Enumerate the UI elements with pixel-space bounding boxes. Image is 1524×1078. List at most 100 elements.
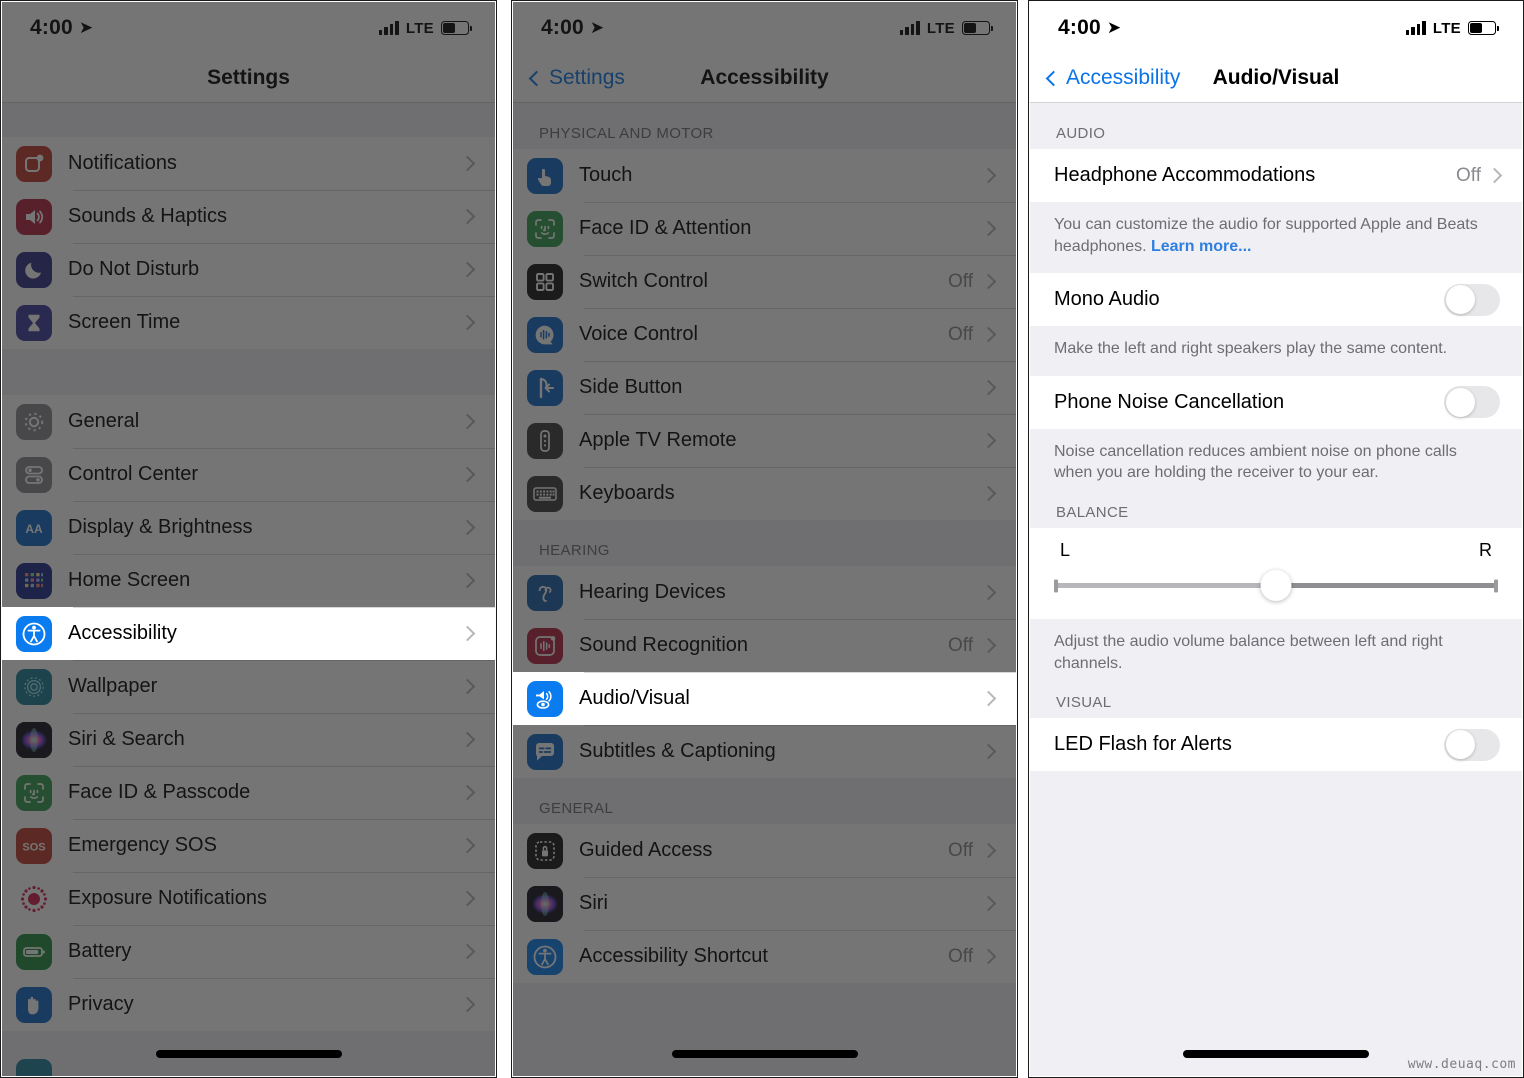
- row-label: Guided Access: [579, 839, 713, 861]
- group-spacer: [2, 349, 495, 395]
- section-physical-motor: Touch Face ID & Attention Switch Control…: [513, 149, 1016, 520]
- back-button[interactable]: Settings: [513, 66, 625, 90]
- touch-icon: [527, 157, 563, 194]
- sidebar-item-apple-tv-remote[interactable]: Apple TV Remote: [513, 414, 1016, 467]
- phone-panel-accessibility: 4:00 ➤ LTE Settings Accessibility PHYSIC…: [511, 0, 1018, 1078]
- sidebar-item-voice-control[interactable]: Voice Control Off: [513, 308, 1016, 361]
- status-indicators: LTE: [899, 20, 993, 37]
- chevron-right-icon: [980, 220, 997, 237]
- audiovisual-list[interactable]: AUDIO Headphone Accommodations Off You c…: [1030, 103, 1522, 1076]
- phone-panel-audiovisual: 4:00 ➤ LTE Accessibility Audio/Visual AU…: [1028, 0, 1524, 1078]
- do-not-disturb-icon: [16, 251, 52, 288]
- status-time: 4:00: [1058, 16, 1101, 39]
- sidebar-item-face-id-passcode[interactable]: Face ID & Passcode: [2, 766, 495, 819]
- chevron-right-icon: [980, 326, 997, 343]
- sidebar-item-general[interactable]: General: [2, 395, 495, 448]
- sidebar-item-notifications[interactable]: Notifications: [2, 137, 495, 190]
- chevron-right-icon: [459, 314, 476, 331]
- row-label: Screen Time: [68, 311, 181, 333]
- row-mono-audio[interactable]: Mono Audio: [1030, 273, 1522, 327]
- chevron-right-icon: [980, 432, 997, 449]
- settings-group-2: General Control Center AA Display & Brig…: [2, 395, 495, 1031]
- sidebar-item-accessibility-shortcut[interactable]: Accessibility Shortcut Off: [513, 930, 1016, 983]
- group-headphone: Headphone Accommodations Off: [1030, 149, 1522, 202]
- slider-thumb[interactable]: [1260, 570, 1292, 602]
- audio-visual-icon: [527, 680, 563, 717]
- sidebar-item-audio-visual[interactable]: Audio/Visual: [513, 672, 1016, 725]
- back-button[interactable]: Accessibility: [1030, 66, 1180, 90]
- home-screen-icon: [16, 562, 52, 599]
- row-label: Siri & Search: [68, 728, 185, 750]
- audiovisual-navbar: Accessibility Audio/Visual: [1030, 54, 1522, 103]
- row-label: Wallpaper: [68, 675, 158, 697]
- settings-navbar: Settings: [2, 54, 495, 103]
- row-label: Notifications: [68, 152, 177, 174]
- sidebar-item-display-brightness[interactable]: AA Display & Brightness: [2, 501, 495, 554]
- row-label: Sound Recognition: [579, 634, 749, 656]
- sidebar-item-side-button[interactable]: Side Button: [513, 361, 1016, 414]
- chevron-right-icon: [459, 731, 476, 748]
- sidebar-item-wallpaper[interactable]: Wallpaper: [2, 660, 495, 713]
- row-label: Keyboards: [579, 482, 675, 504]
- sidebar-item-accessibility[interactable]: Accessibility: [2, 607, 495, 660]
- status-indicators: LTE: [1405, 20, 1499, 37]
- row-label: Voice Control: [579, 323, 698, 345]
- sidebar-item-switch-control[interactable]: Switch Control Off: [513, 255, 1016, 308]
- row-label: Accessibility Shortcut: [579, 945, 768, 967]
- sidebar-item-subtitles-captioning[interactable]: Subtitles & Captioning: [513, 725, 1016, 778]
- sidebar-item-keyboards[interactable]: Keyboards: [513, 467, 1016, 520]
- row-label: Privacy: [68, 993, 134, 1015]
- row-label: Side Button: [579, 376, 683, 398]
- privacy-hand-icon: [16, 986, 52, 1023]
- battery-icon: [16, 933, 52, 970]
- sidebar-item-privacy[interactable]: Privacy: [2, 978, 495, 1031]
- led-flash-toggle[interactable]: [1444, 728, 1500, 761]
- chevron-right-icon: [980, 584, 997, 601]
- sidebar-item-guided-access[interactable]: Guided Access Off: [513, 824, 1016, 877]
- battery-icon: [441, 21, 472, 35]
- chevron-right-icon: [459, 678, 476, 695]
- sidebar-item-battery[interactable]: Battery: [2, 925, 495, 978]
- chevron-right-icon: [459, 519, 476, 536]
- home-indicator: [1183, 1050, 1369, 1058]
- section-general: Guided Access Off Siri Accessibility Sho…: [513, 824, 1016, 983]
- display-brightness-icon: AA: [16, 509, 52, 546]
- sidebar-item-emergency-sos[interactable]: SOS Emergency SOS: [2, 819, 495, 872]
- chevron-right-icon: [980, 743, 997, 760]
- cellular-signal-icon: [378, 21, 399, 35]
- row-phone-noise-cancellation[interactable]: Phone Noise Cancellation: [1030, 375, 1522, 429]
- status-indicators: LTE: [378, 20, 472, 37]
- sidebar-item-exposure-notifications[interactable]: Exposure Notifications: [2, 872, 495, 925]
- row-led-flash-for-alerts[interactable]: LED Flash for Alerts: [1030, 718, 1522, 772]
- row-label: Touch: [579, 164, 633, 186]
- row-label: Sounds & Haptics: [68, 205, 227, 227]
- chevron-right-icon: [980, 167, 997, 184]
- status-time-group: 4:00 ➤: [30, 16, 93, 40]
- sidebar-item-siri[interactable]: Siri: [513, 877, 1016, 930]
- learn-more-link[interactable]: Learn more...: [1151, 238, 1251, 255]
- row-headphone-accommodations[interactable]: Headphone Accommodations Off: [1030, 149, 1522, 202]
- chevron-right-icon: [459, 466, 476, 483]
- sidebar-item-screen-time[interactable]: Screen Time: [2, 296, 495, 349]
- sidebar-item-do-not-disturb[interactable]: Do Not Disturb: [2, 243, 495, 296]
- phone-noise-cancellation-toggle[interactable]: [1444, 386, 1500, 419]
- row-value: Off: [948, 839, 973, 861]
- balance-slider[interactable]: [1054, 569, 1498, 603]
- chevron-right-icon: [459, 155, 476, 172]
- row-label: Home Screen: [68, 569, 191, 591]
- sidebar-item-sounds-haptics[interactable]: Sounds & Haptics: [2, 190, 495, 243]
- row-label: Battery: [68, 940, 132, 962]
- sidebar-item-siri-search[interactable]: Siri & Search: [2, 713, 495, 766]
- sidebar-item-home-screen[interactable]: Home Screen: [2, 554, 495, 607]
- mono-audio-toggle[interactable]: [1444, 283, 1500, 316]
- mono-audio-footnote: Make the left and right speakers play th…: [1030, 326, 1522, 376]
- sidebar-item-control-center[interactable]: Control Center: [2, 448, 495, 501]
- chevron-right-icon: [980, 948, 997, 965]
- accessibility-list[interactable]: PHYSICAL AND MOTOR Touch Face ID & Atten…: [513, 103, 1016, 1076]
- sidebar-item-touch[interactable]: Touch: [513, 149, 1016, 202]
- sidebar-item-hearing-devices[interactable]: Hearing Devices: [513, 566, 1016, 619]
- sidebar-item-face-id-attention[interactable]: Face ID & Attention: [513, 202, 1016, 255]
- settings-list[interactable]: Notifications Sounds & Haptics Do Not Di…: [2, 103, 495, 1076]
- row-label: Do Not Disturb: [68, 258, 200, 280]
- sidebar-item-sound-recognition[interactable]: Sound Recognition Off: [513, 619, 1016, 672]
